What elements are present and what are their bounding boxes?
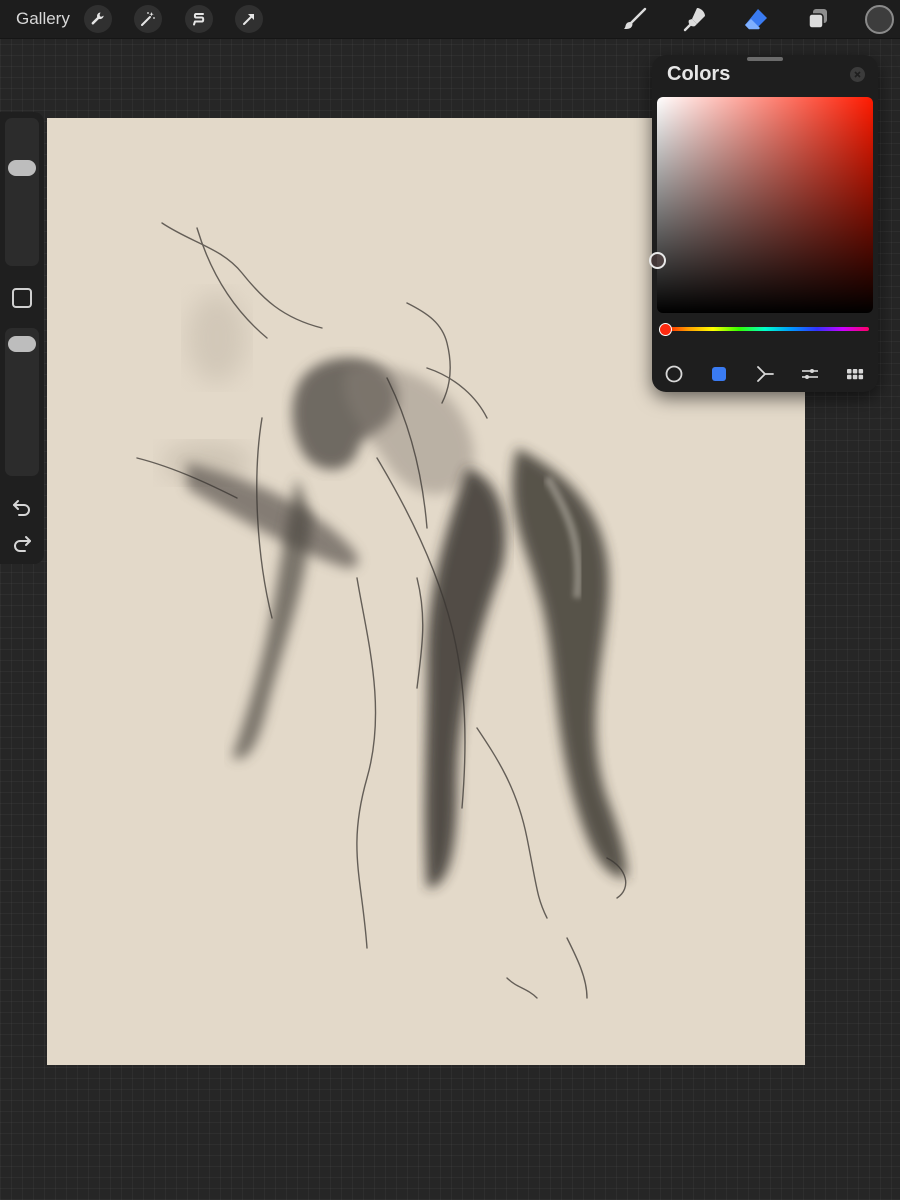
eraser-icon — [745, 9, 767, 30]
selection-icon — [193, 13, 205, 26]
brush-size-thumb[interactable] — [8, 160, 36, 176]
top-toolbar: Gallery — [0, 0, 900, 39]
smudge-icon — [683, 8, 705, 32]
smudge-tool[interactable] — [681, 4, 711, 34]
brush-size-slider[interactable] — [5, 118, 39, 266]
selection-button[interactable] — [185, 5, 213, 33]
colors-panel-title: Colors — [667, 63, 731, 85]
disc-mode-tab[interactable] — [660, 360, 688, 388]
panel-grabber[interactable] — [747, 57, 783, 61]
redo-icon[interactable] — [11, 532, 33, 554]
hue-slider[interactable] — [661, 327, 869, 331]
transform-button[interactable] — [235, 5, 263, 33]
classic-mode-icon — [712, 367, 726, 381]
undo-icon[interactable] — [11, 496, 33, 518]
layers-tool[interactable] — [803, 4, 833, 34]
saturation-brightness-picker[interactable] — [649, 97, 873, 313]
wrench-icon — [91, 12, 104, 25]
brush-icon — [624, 7, 647, 30]
hue-slider-thumb[interactable] — [659, 323, 672, 336]
eraser-tool[interactable] — [742, 4, 772, 34]
opacity-slider[interactable] — [5, 328, 39, 476]
classic-mode-tab[interactable] — [705, 360, 733, 388]
transform-arrow-icon — [243, 14, 254, 25]
close-icon — [854, 71, 861, 78]
opacity-thumb[interactable] — [8, 336, 36, 352]
magic-wand-icon — [141, 12, 155, 26]
close-panel-button[interactable] — [850, 67, 865, 82]
palettes-mode-tab[interactable] — [841, 360, 869, 388]
gallery-button[interactable]: Gallery — [16, 9, 70, 29]
disc-mode-icon — [665, 365, 683, 383]
color-picker-button[interactable] — [865, 5, 894, 34]
colors-panel: Colors — [649, 55, 878, 392]
brush-tool[interactable] — [620, 4, 650, 34]
palettes-mode-icon — [847, 369, 864, 380]
color-handle[interactable] — [649, 252, 666, 269]
harmony-mode-tab[interactable] — [751, 360, 779, 388]
harmony-mode-icon — [757, 366, 774, 382]
value-mode-tab[interactable] — [796, 360, 824, 388]
layers-icon — [808, 9, 827, 29]
adjustments-button[interactable] — [134, 5, 162, 33]
modify-button[interactable] — [12, 288, 32, 308]
actions-wrench-button[interactable] — [84, 5, 112, 33]
left-sidebar — [0, 112, 44, 564]
value-mode-icon — [802, 369, 818, 379]
